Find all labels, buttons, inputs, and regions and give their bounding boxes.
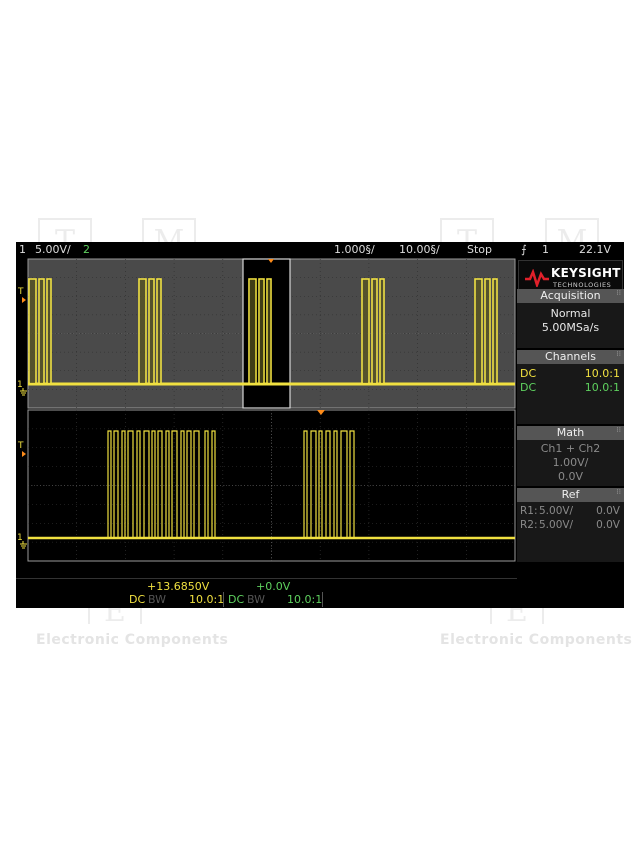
ref2-name: R2: bbox=[520, 519, 538, 531]
ch1-scale[interactable]: 5.00V/ bbox=[35, 243, 71, 256]
panel-grip-icon: ⁞⁞ bbox=[616, 350, 621, 358]
ch1-coupling: DC bbox=[520, 367, 537, 380]
trigger-edge-icon[interactable]: ⨍ bbox=[521, 243, 527, 256]
pulse-fill bbox=[486, 280, 489, 383]
ref1-offset: 0.0V bbox=[596, 505, 620, 517]
pulse-fill bbox=[381, 280, 383, 383]
pulse-fill bbox=[476, 280, 481, 383]
ch2-info-bw[interactable]: BW bbox=[247, 593, 265, 606]
info-divider bbox=[322, 592, 323, 607]
watermark-text: Electronic Components bbox=[36, 632, 229, 648]
oscilloscope-screen: 1 5.00V/ 2 1.000§/ 10.00§/ Stop ⨍ 1 22.1… bbox=[16, 242, 624, 608]
math-function: Ch1 + Ch2 bbox=[540, 442, 601, 455]
keysight-wave-icon bbox=[525, 269, 549, 287]
zoom-ch1-ground-marker[interactable]: 1 bbox=[17, 533, 23, 543]
status-bar: 1 5.00V/ 2 1.000§/ 10.00§/ Stop ⨍ 1 22.1… bbox=[16, 242, 624, 258]
pulse-fill bbox=[494, 280, 496, 383]
timebase-delay[interactable]: 1.000§/ bbox=[334, 243, 375, 256]
ref-header[interactable]: Ref ⁞⁞ bbox=[517, 488, 624, 502]
ch1-probe: 10.0:1 bbox=[584, 367, 620, 380]
brand-sub: TECHNOLOGIES bbox=[553, 281, 612, 289]
pulse-fill bbox=[30, 280, 35, 383]
ch1-info-bw[interactable]: BW bbox=[148, 593, 166, 606]
ref-body: R1: 5.00V/ 0.0V R2: 5.00V/ 0.0V bbox=[517, 502, 624, 562]
pulse-fill bbox=[373, 280, 376, 383]
ref1-scale: 5.00V/ bbox=[539, 505, 574, 517]
acquisition-mode: Normal bbox=[550, 307, 591, 320]
ch2-coupling: DC bbox=[520, 381, 537, 394]
channel-info-bar: +13.6850V +0.0V DC BW 10.0:1 DC BW 10.0:… bbox=[16, 562, 517, 608]
timebase-scale[interactable]: 10.00§/ bbox=[399, 243, 440, 256]
ch1-info-coupling[interactable]: DC bbox=[129, 593, 145, 606]
ref-title: Ref bbox=[561, 488, 580, 501]
pulse-fill bbox=[363, 280, 368, 383]
ch1-offset[interactable]: +13.6850V bbox=[147, 580, 209, 593]
pulse-fill bbox=[48, 280, 50, 383]
trigger-level-arrow[interactable] bbox=[22, 297, 26, 303]
math-title: Math bbox=[556, 426, 585, 439]
trigger-level-marker[interactable]: T bbox=[17, 287, 24, 297]
pulse-fill bbox=[40, 280, 43, 383]
ch2-info-coupling[interactable]: DC bbox=[228, 593, 244, 606]
side-panel: KEYSIGHT TECHNOLOGIES Acquisition ⁞⁞ Nor… bbox=[517, 258, 624, 562]
ch1-info-probe[interactable]: 10.0:1 bbox=[189, 593, 224, 606]
info-divider bbox=[223, 592, 224, 607]
math-body: Ch1 + Ch2 1.00V/ 0.0V bbox=[517, 440, 624, 486]
trigger-source[interactable]: 1 bbox=[542, 243, 549, 256]
ch2-offset[interactable]: +0.0V bbox=[256, 580, 290, 593]
pulse-fill bbox=[158, 280, 160, 383]
pulse-fill bbox=[150, 280, 153, 383]
channels-header[interactable]: Channels ⁞⁞ bbox=[517, 350, 624, 364]
panel-grip-icon: ⁞⁞ bbox=[616, 488, 621, 496]
ref1-name: R1: bbox=[520, 505, 538, 517]
pulse-fill bbox=[250, 280, 255, 383]
watermark-text: Electronic Components bbox=[440, 632, 633, 648]
ch2-info-probe[interactable]: 10.0:1 bbox=[287, 593, 322, 606]
acquisition-title: Acquisition bbox=[540, 289, 601, 302]
brand-name: KEYSIGHT bbox=[551, 266, 621, 280]
pulse-fill bbox=[260, 280, 263, 383]
ch2-number[interactable]: 2 bbox=[83, 243, 90, 256]
acquisition-rate: 5.00MSa/s bbox=[541, 321, 600, 334]
ch1-number[interactable]: 1 bbox=[19, 243, 26, 256]
channels-title: Channels bbox=[545, 350, 596, 363]
waveform-display[interactable]: T 1 T 1 bbox=[16, 258, 517, 562]
acquisition-body: Normal 5.00MSa/s bbox=[517, 303, 624, 348]
math-offset: 0.0V bbox=[557, 470, 584, 483]
channels-body: DC 10.0:1 DC 10.0:1 bbox=[517, 364, 624, 424]
trigger-level[interactable]: 22.1V bbox=[579, 243, 611, 256]
ref2-scale: 5.00V/ bbox=[539, 519, 574, 531]
zoom-trigger-level-arrow[interactable] bbox=[22, 451, 26, 457]
panel-grip-icon: ⁞⁞ bbox=[616, 289, 621, 297]
pulse-fill bbox=[140, 280, 145, 383]
ch1-ground-marker[interactable]: 1 bbox=[17, 380, 23, 390]
panel-grip-icon: ⁞⁞ bbox=[616, 426, 621, 434]
pulse-fill bbox=[268, 280, 270, 383]
ref2-offset: 0.0V bbox=[596, 519, 620, 531]
acquisition-header[interactable]: Acquisition ⁞⁞ bbox=[517, 289, 624, 303]
run-state[interactable]: Stop bbox=[467, 243, 492, 256]
math-scale: 1.00V/ bbox=[552, 456, 589, 469]
bottom-divider bbox=[16, 578, 517, 579]
zoom-trigger-level-marker[interactable]: T bbox=[17, 441, 24, 451]
math-header[interactable]: Math ⁞⁞ bbox=[517, 426, 624, 440]
ch2-probe: 10.0:1 bbox=[584, 381, 620, 394]
